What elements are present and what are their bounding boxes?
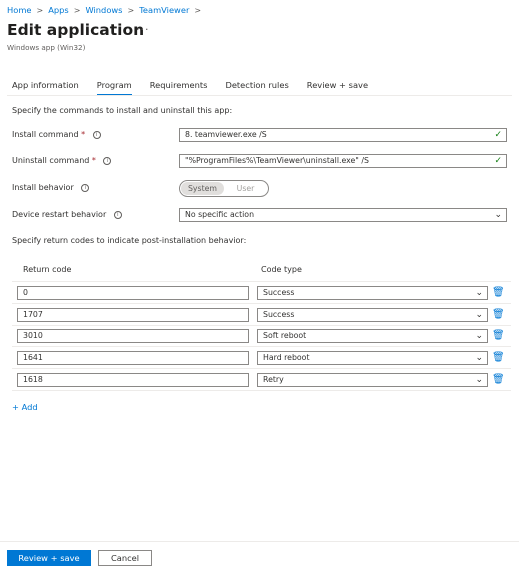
program-intro: Specify the commands to install and unin… [12, 106, 233, 115]
return-code-input[interactable]: 3010 [17, 329, 249, 343]
install-behavior-user[interactable]: User [224, 182, 267, 195]
tab-requirements[interactable]: Requirements [150, 79, 208, 95]
trash-icon[interactable]: 🗑 [492, 287, 505, 299]
return-code-input[interactable]: 1618 [17, 373, 249, 387]
chevron-down-icon: ⌄ [475, 353, 483, 363]
code-type-dropdown[interactable]: Retry ⌄ [257, 373, 488, 387]
return-code-value: 0 [23, 288, 28, 297]
return-code-input[interactable]: 1707 [17, 308, 249, 322]
page-title: Edit application [7, 21, 145, 39]
breadcrumb-windows[interactable]: Windows [85, 5, 122, 15]
install-behavior-system[interactable]: System [181, 182, 224, 195]
code-type-value: Success [263, 310, 295, 319]
return-code-input[interactable]: 0 [17, 286, 249, 300]
code-type-dropdown[interactable]: Success ⌄ [257, 308, 488, 322]
row-divider [12, 368, 511, 369]
install-command-input[interactable]: 8. teamviewer.exe /S ✓ [179, 128, 507, 142]
code-type-dropdown[interactable]: Soft reboot ⌄ [257, 329, 488, 343]
uninstall-command-label: Uninstall command * i [12, 156, 112, 165]
return-codes-intro: Specify return codes to indicate post-in… [12, 236, 247, 245]
install-command-value: 8. teamviewer.exe /S [185, 130, 267, 139]
add-return-code-button[interactable]: + Add [12, 402, 38, 412]
checkmark-icon: ✓ [494, 130, 502, 140]
trash-icon[interactable]: 🗑 [492, 374, 505, 386]
row-divider [12, 390, 511, 391]
chevron-down-icon: ⌄ [475, 331, 483, 341]
tab-detection-rules[interactable]: Detection rules [225, 79, 288, 95]
chevron-down-icon: ⌄ [475, 310, 483, 320]
restart-behavior-value: No specific action [185, 210, 255, 219]
install-behavior-label: Install behavior i [12, 183, 90, 192]
chevron-right-icon: > [194, 5, 202, 15]
row-divider [12, 303, 511, 304]
chevron-down-icon: ⌄ [475, 288, 483, 298]
row-divider [12, 325, 511, 326]
chevron-right-icon: > [36, 5, 44, 15]
restart-behavior-label-text: Device restart behavior [12, 210, 107, 219]
uninstall-command-input[interactable]: "%ProgramFiles%\TeamViewer\uninstall.exe… [179, 154, 507, 168]
info-icon[interactable]: i [113, 210, 122, 219]
review-save-button[interactable]: Review + save [7, 550, 91, 566]
install-command-label-text: Install command [12, 130, 79, 139]
column-header-return-code: Return code [23, 265, 72, 274]
tab-program[interactable]: Program [96, 79, 132, 96]
code-type-dropdown[interactable]: Hard reboot ⌄ [257, 351, 488, 365]
chevron-right-icon: > [127, 5, 135, 15]
return-code-value: 1707 [23, 310, 43, 319]
code-type-value: Hard reboot [263, 353, 310, 362]
return-code-input[interactable]: 1641 [17, 351, 249, 365]
more-options-button[interactable]: ··· [136, 23, 150, 36]
code-type-dropdown[interactable]: Success ⌄ [257, 286, 488, 300]
install-behavior-label-text: Install behavior [12, 183, 74, 192]
checkmark-icon: ✓ [494, 156, 502, 166]
tab-bar: App information Program Requirements Det… [12, 79, 386, 96]
install-behavior-toggle[interactable]: System User [179, 180, 269, 197]
info-icon[interactable]: i [92, 130, 101, 139]
info-icon[interactable]: i [103, 156, 112, 165]
breadcrumb-home[interactable]: Home [7, 5, 32, 15]
footer-divider [0, 541, 519, 542]
trash-icon[interactable]: 🗑 [492, 330, 505, 342]
breadcrumb-apps[interactable]: Apps [48, 5, 69, 15]
return-code-value: 1618 [23, 375, 43, 384]
return-code-value: 3010 [23, 331, 43, 340]
header-divider [12, 281, 511, 282]
required-marker: * [91, 156, 96, 165]
chevron-down-icon: ⌄ [494, 210, 502, 220]
breadcrumb: Home > Apps > Windows > TeamViewer > [7, 4, 206, 16]
breadcrumb-teamviewer[interactable]: TeamViewer [139, 5, 189, 15]
info-icon[interactable]: i [81, 183, 90, 192]
chevron-right-icon: > [73, 5, 81, 15]
row-divider [12, 346, 511, 347]
tab-review-save[interactable]: Review + save [307, 79, 368, 95]
trash-icon[interactable]: 🗑 [492, 309, 505, 321]
trash-icon[interactable]: 🗑 [492, 352, 505, 364]
code-type-value: Soft reboot [263, 331, 307, 340]
column-header-code-type: Code type [261, 265, 302, 274]
tab-app-information[interactable]: App information [12, 79, 79, 95]
code-type-value: Retry [263, 375, 284, 384]
restart-behavior-label: Device restart behavior i [12, 210, 122, 219]
code-type-value: Success [263, 288, 295, 297]
required-marker: * [81, 130, 86, 139]
return-code-value: 1641 [23, 353, 43, 362]
uninstall-command-label-text: Uninstall command [12, 156, 90, 165]
tab-divider [7, 95, 512, 96]
install-command-label: Install command * i [12, 130, 101, 139]
page-subtitle: Windows app (Win32) [7, 43, 86, 52]
restart-behavior-dropdown[interactable]: No specific action ⌄ [179, 208, 507, 222]
cancel-button[interactable]: Cancel [98, 550, 152, 566]
uninstall-command-value: "%ProgramFiles%\TeamViewer\uninstall.exe… [185, 156, 369, 165]
chevron-down-icon: ⌄ [475, 375, 483, 385]
